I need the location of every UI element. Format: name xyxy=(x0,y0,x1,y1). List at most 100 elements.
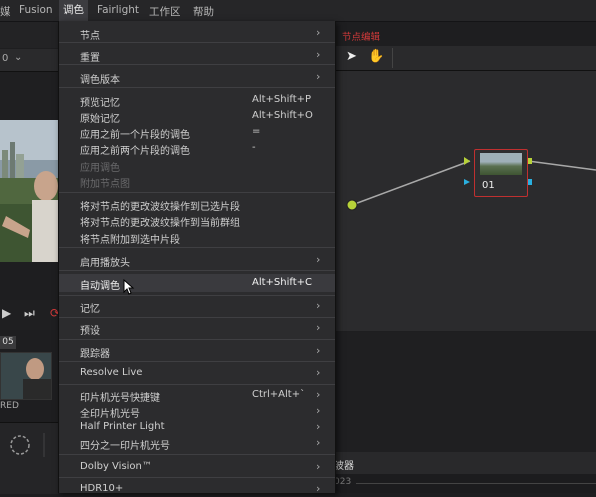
submenu-arrow-icon: › xyxy=(316,436,321,449)
menu-item-apply-prev-two[interactable]: 应用之前两个片段的调色 - xyxy=(59,140,335,157)
menu-item-label: 原始记忆 xyxy=(80,114,120,125)
menu-item-shortcut: = xyxy=(252,126,261,137)
menu-item-append-node-selected[interactable]: 将节点附加到选中片段 xyxy=(59,229,335,246)
menu-help[interactable]: 帮助 xyxy=(193,4,214,19)
menu-item-label: 节点 xyxy=(80,31,100,42)
menu-item-ripple-selected[interactable]: 将对节点的更改波纹操作到已选片段 xyxy=(59,196,335,213)
node-graph xyxy=(346,157,596,211)
menu-item-tracker[interactable]: 跟踪器 › xyxy=(59,343,335,360)
submenu-arrow-icon: › xyxy=(316,48,321,61)
submenu-arrow-icon: › xyxy=(316,404,321,417)
menu-item-nodes[interactable]: 节点 › xyxy=(59,25,335,42)
scopes-area: 023 xyxy=(334,474,596,493)
clip-number: 05 xyxy=(0,336,16,349)
menu-item-full-printer-light[interactable]: 全印片机光号 › xyxy=(59,403,335,420)
submenu-arrow-icon: › xyxy=(316,253,321,266)
left-bottom-panel xyxy=(0,422,58,494)
video-viewer[interactable] xyxy=(0,120,58,262)
lower-panel xyxy=(334,332,596,452)
viewer-frame xyxy=(0,120,58,262)
menu-item-label: 自动调色 xyxy=(80,281,120,292)
menu-separator xyxy=(59,317,335,318)
scope-timecode: 023 xyxy=(334,477,352,487)
menu-separator xyxy=(59,247,335,248)
menu-item-printer-light-shortcuts[interactable]: 印片机光号快捷键 Ctrl+Alt+` › xyxy=(59,387,335,404)
menu-item-label: Half Printer Light xyxy=(80,421,165,432)
viewer-header xyxy=(0,72,58,120)
menu-item-label: 预览记忆 xyxy=(80,98,120,109)
scope-baseline xyxy=(356,483,596,484)
hand-icon[interactable]: ✋ xyxy=(368,49,384,64)
menu-item-shortcut: - xyxy=(252,142,256,153)
menu-item-auto-color[interactable]: 自动调色 Alt+Shift+C xyxy=(59,274,335,292)
menu-separator xyxy=(59,339,335,340)
node-toolbar: ➤ ✋ xyxy=(334,46,596,71)
menu-item-dolby-vision[interactable]: Dolby Vision™ › xyxy=(59,459,335,475)
menu-item-label: 跟踪器 xyxy=(80,349,110,360)
menu-item-label: 应用之前两个片段的调色 xyxy=(80,146,190,157)
menu-item-presets[interactable]: 预设 › xyxy=(59,320,335,337)
menu-item-quarter-printer-light[interactable]: 四分之一印片机光号 › xyxy=(59,435,335,452)
menu-item-memories[interactable]: 记忆 › xyxy=(59,298,335,315)
clip-selector-value: 0 xyxy=(2,53,9,64)
left-toolbar xyxy=(0,22,58,48)
thumbnail-image xyxy=(1,353,51,399)
submenu-arrow-icon: › xyxy=(316,366,321,379)
clip-selector[interactable]: 0 ⌄ xyxy=(0,49,58,72)
scopes-tab[interactable]: 波器 xyxy=(334,452,596,474)
menu-item-resolve-live[interactable]: Resolve Live › xyxy=(59,365,335,381)
menu-item-label: HDR10+ xyxy=(80,483,124,494)
menu-media[interactable]: 媒 xyxy=(0,4,11,19)
menu-item-label: Dolby Vision™ xyxy=(80,461,152,472)
menu-item-grade-versions[interactable]: 调色版本 › xyxy=(59,69,335,86)
color-wheel-icon[interactable] xyxy=(0,431,58,461)
transport-controls: ▶ ⏭ ⟳ xyxy=(0,300,60,330)
clip-thumbnail[interactable] xyxy=(0,352,52,400)
menu-fairlight[interactable]: Fairlight xyxy=(97,4,139,16)
menu-separator xyxy=(59,42,335,43)
menu-item-shortcut: Alt+Shift+C xyxy=(252,277,313,288)
menu-item-enable-playhead[interactable]: 启用播放头 › xyxy=(59,252,335,269)
menu-item-label: 印片机光号快捷键 xyxy=(80,393,160,404)
submenu-arrow-icon: › xyxy=(316,344,321,357)
menu-item-label: 调色版本 xyxy=(80,75,120,86)
menu-item-label: 应用之前一个片段的调色 xyxy=(80,130,190,141)
menu-item-label: 将节点附加到选中片段 xyxy=(80,235,180,246)
toolbar-divider xyxy=(392,48,393,68)
menu-separator xyxy=(59,192,335,193)
menu-item-hdr10plus[interactable]: HDR10+ › xyxy=(59,481,335,497)
menu-item-reset[interactable]: 重置 › xyxy=(59,47,335,64)
menu-workspace[interactable]: 工作区 xyxy=(149,4,181,19)
menu-color[interactable]: 调色 xyxy=(59,0,88,21)
node-editor-title: 节点编辑 xyxy=(342,32,381,43)
menu-item-original-memory[interactable]: 原始记忆 Alt+Shift+O xyxy=(59,108,335,125)
source-input-node[interactable] xyxy=(346,199,358,211)
chevron-down-icon: ⌄ xyxy=(14,52,23,63)
menu-item-label: 应用调色 xyxy=(80,163,120,174)
play-icon[interactable]: ▶ xyxy=(2,306,11,320)
menu-bar: 媒 Fusion 调色 Fairlight 工作区 帮助 xyxy=(0,0,596,22)
menu-item-apply-prev-one[interactable]: 应用之前一个片段的调色 = xyxy=(59,124,335,141)
submenu-arrow-icon: › xyxy=(316,388,321,401)
menu-fusion[interactable]: Fusion xyxy=(19,4,53,16)
menu-item-shortcut: Ctrl+Alt+` xyxy=(252,389,306,400)
menu-item-label: 四分之一印片机光号 xyxy=(80,441,170,452)
node-canvas[interactable]: 01 xyxy=(334,71,596,331)
color-node[interactable]: 01 xyxy=(474,149,528,197)
menu-separator xyxy=(59,87,335,88)
skip-forward-icon[interactable]: ⏭ xyxy=(24,306,35,321)
submenu-arrow-icon: › xyxy=(316,26,321,39)
menu-item-label: Resolve Live xyxy=(80,367,143,378)
pointer-icon[interactable]: ➤ xyxy=(346,49,357,64)
menu-item-label: 预设 xyxy=(80,326,100,337)
submenu-arrow-icon: › xyxy=(316,70,321,83)
menu-item-shortcut: Alt+Shift+O xyxy=(252,110,313,121)
menu-item-ripple-group[interactable]: 将对节点的更改波纹操作到当前群组 xyxy=(59,212,335,229)
node-label: 01 xyxy=(482,180,495,191)
clip-codec-label: RED xyxy=(0,401,19,411)
menu-item-half-printer-light[interactable]: Half Printer Light › xyxy=(59,419,335,435)
menu-item-label: 启用播放头 xyxy=(80,258,130,269)
menu-item-shortcut: Alt+Shift+P xyxy=(252,94,312,105)
menu-item-apply-grade: 应用调色 xyxy=(59,157,335,174)
menu-item-preview-memory[interactable]: 预览记忆 Alt+Shift+P xyxy=(59,92,335,109)
